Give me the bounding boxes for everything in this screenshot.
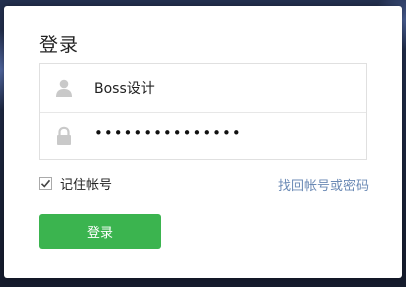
username-value: Boss设计 [94, 81, 155, 97]
login-button[interactable]: 登录 [39, 214, 161, 249]
remember-account-checkbox[interactable]: 记住帐号 [39, 174, 113, 193]
credentials-box: Boss设计 ••••••••••••••• [39, 63, 367, 160]
password-field[interactable]: ••••••••••••••• [40, 112, 366, 160]
lock-icon [54, 126, 74, 146]
password-value: ••••••••••••••• [94, 124, 242, 142]
user-icon [54, 78, 74, 98]
forgot-account-link[interactable]: 找回帐号或密码 [278, 175, 369, 194]
checkmark-icon [40, 179, 51, 188]
username-field[interactable]: Boss设计 [40, 64, 366, 113]
remember-account-label: 记住帐号 [60, 177, 113, 193]
checkbox-box[interactable] [39, 176, 52, 190]
dialog-title: 登录 [39, 34, 80, 56]
login-dialog: 登录 Boss设计 ••••••••••••••• 记住帐号 找回帐号或密码 登… [4, 6, 402, 278]
